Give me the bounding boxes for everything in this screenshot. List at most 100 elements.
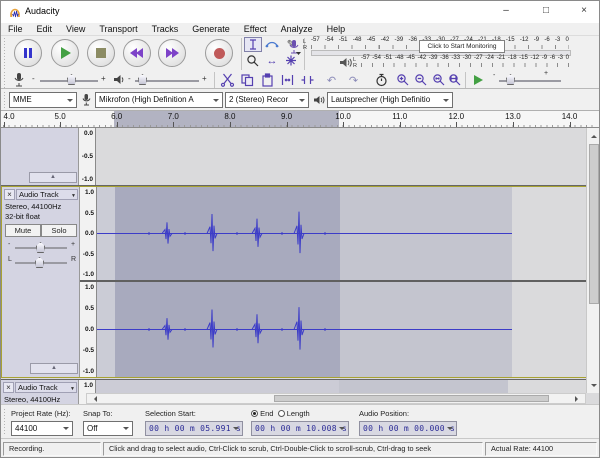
minimize-button[interactable]: – [489,1,523,23]
menu-item-edit[interactable]: Edit [30,24,60,34]
pan-slider-thumb[interactable] [35,257,44,268]
track-title-menu[interactable]: Audio Track ▼ [15,382,77,393]
monitor-tooltip[interactable]: Click to Start Monitoring [419,40,505,53]
scroll-up-icon[interactable] [591,132,597,138]
end-radio[interactable] [251,410,258,417]
record-button[interactable] [205,39,233,67]
window-title: Audacity [25,6,60,16]
fit-project-button[interactable] [447,72,464,88]
selbar-grabber[interactable] [3,409,7,435]
track-top-vertical-ruler[interactable]: 0.0-0.5-1.0 [79,128,96,185]
audacity-window: Audacity – □ × FileEditViewTransportTrac… [0,0,600,458]
scroll-right-icon[interactable] [575,396,581,402]
channel1-vertical-ruler[interactable]: 1.00.50.0-0.5-1.0 [80,187,97,280]
audio-position-field[interactable]: 00 h 00 m 00.000 s [359,421,457,436]
trim-audio-button[interactable] [279,72,296,88]
multi-tool-button[interactable] [282,53,300,68]
solo-button[interactable]: Solo [41,224,77,237]
db-label: -42 [417,55,426,61]
menu-item-file[interactable]: File [1,24,30,34]
redo-icon: ↷ [349,74,358,87]
menu-item-view[interactable]: View [59,24,92,34]
ruler-label: 0.0 [84,130,93,137]
vertical-scrollbar[interactable] [586,128,600,393]
horizontal-scroll-thumb[interactable] [274,395,549,402]
play-at-speed-button[interactable] [469,73,487,87]
selection-end-value: 00 h 00 m 10.008 s [255,424,347,433]
project-rate-select[interactable]: 44100 [11,421,73,436]
silence-audio-button[interactable] [299,72,316,88]
stop-button[interactable] [87,39,115,67]
selection-end-field[interactable]: 00 h 00 m 10.008 s [251,421,349,436]
cut-button[interactable] [219,72,236,88]
track-close-button[interactable]: × [3,382,14,393]
zoom-in-button[interactable] [395,72,412,88]
menu-item-generate[interactable]: Generate [185,24,237,34]
recording-device-select[interactable]: Mikrofon (High Definition A [95,92,223,108]
menu-item-analyze[interactable]: Analyze [274,24,320,34]
channel2-waveform[interactable] [97,282,587,377]
ruler-label: 0.0 [85,326,94,333]
selection-start-field[interactable]: 00 h 00 m 05.991 s [145,421,243,436]
mixer-grabber[interactable] [3,72,7,88]
track-top-waveform[interactable] [96,128,586,185]
menu-item-tracks[interactable]: Tracks [145,24,186,34]
time-shift-tool-button[interactable]: ↔ [263,53,281,68]
recording-device-value: Mikrofon (High Definition A [99,95,194,104]
sync-lock-button[interactable] [373,72,390,88]
channel1-waveform[interactable] [97,187,587,280]
length-radio[interactable] [278,410,285,417]
zoom-tool-button[interactable] [244,53,262,68]
device-grabber[interactable] [3,92,7,108]
menu-item-transport[interactable]: Transport [92,24,144,34]
skip-to-end-button[interactable] [158,39,186,67]
mute-button[interactable]: Mute [5,224,41,237]
vertical-scroll-thumb[interactable] [589,144,599,304]
snap-to-select[interactable]: Off [83,421,133,436]
transport-grabber[interactable] [3,38,7,70]
record-volume-thumb[interactable] [67,74,76,85]
scroll-down-icon[interactable] [591,384,597,390]
ruler-label: 1.0 [85,284,94,291]
fit-selection-button[interactable] [431,72,448,88]
end-radio-label[interactable]: End [260,409,273,418]
channel2-vertical-ruler[interactable]: 1.00.50.0-0.5-1.0 [80,282,97,377]
record-meter-mic-icon [288,39,301,55]
playback-volume-thumb[interactable] [138,74,147,85]
redo-button[interactable]: ↷ [345,72,362,88]
recording-channels-select[interactable]: 2 (Stereo) Recor [225,92,309,108]
db-label: -9 [542,55,547,61]
db-label: -39 [429,55,438,61]
maximize-button[interactable]: □ [529,1,563,23]
paste-button[interactable] [259,72,276,88]
play-speed-thumb[interactable] [506,74,515,85]
selection-tool-button[interactable] [244,37,262,52]
close-button[interactable]: × [567,1,600,23]
track-top-collapse-button[interactable]: ▲ [29,172,77,183]
horizontal-scrollbar[interactable] [86,393,586,404]
zoom-out-button[interactable] [413,72,430,88]
gain-slider-thumb[interactable] [36,242,45,253]
pause-button[interactable] [14,39,42,67]
copy-button[interactable] [239,72,256,88]
play-button[interactable] [51,39,79,67]
track-main-collapse-button[interactable]: ▲ [30,363,78,374]
track-title-menu[interactable]: Audio Track ▼ [16,189,78,200]
track-bottom-waveform[interactable] [96,380,586,394]
audio-host-select[interactable]: MME [9,92,77,108]
track-close-button[interactable]: × [4,189,15,200]
playback-meter-scale: -57-54-51-48-45-42-39-36-33-30-27-24-21-… [361,55,569,61]
envelope-tool-button[interactable] [263,37,281,52]
undo-button[interactable]: ↶ [323,72,340,88]
scroll-left-icon[interactable] [91,396,97,402]
playback-device-select[interactable]: Lautsprecher (High Definitio [327,92,453,108]
timeline-label: 12.0 [449,112,465,121]
track-bottom-control-panel: × Audio Track ▼ Stereo, 44100Hz [1,380,79,404]
menu-item-effect[interactable]: Effect [237,24,274,34]
length-radio-label[interactable]: Length [287,409,310,418]
timeline-ruler[interactable]: 4.05.06.07.08.09.010.011.012.013.014.0 [1,111,599,128]
menu-item-help[interactable]: Help [320,24,353,34]
skip-to-start-button[interactable] [123,39,151,67]
project-rate-value: 44100 [15,424,37,433]
snap-to-value: Off [87,424,98,433]
